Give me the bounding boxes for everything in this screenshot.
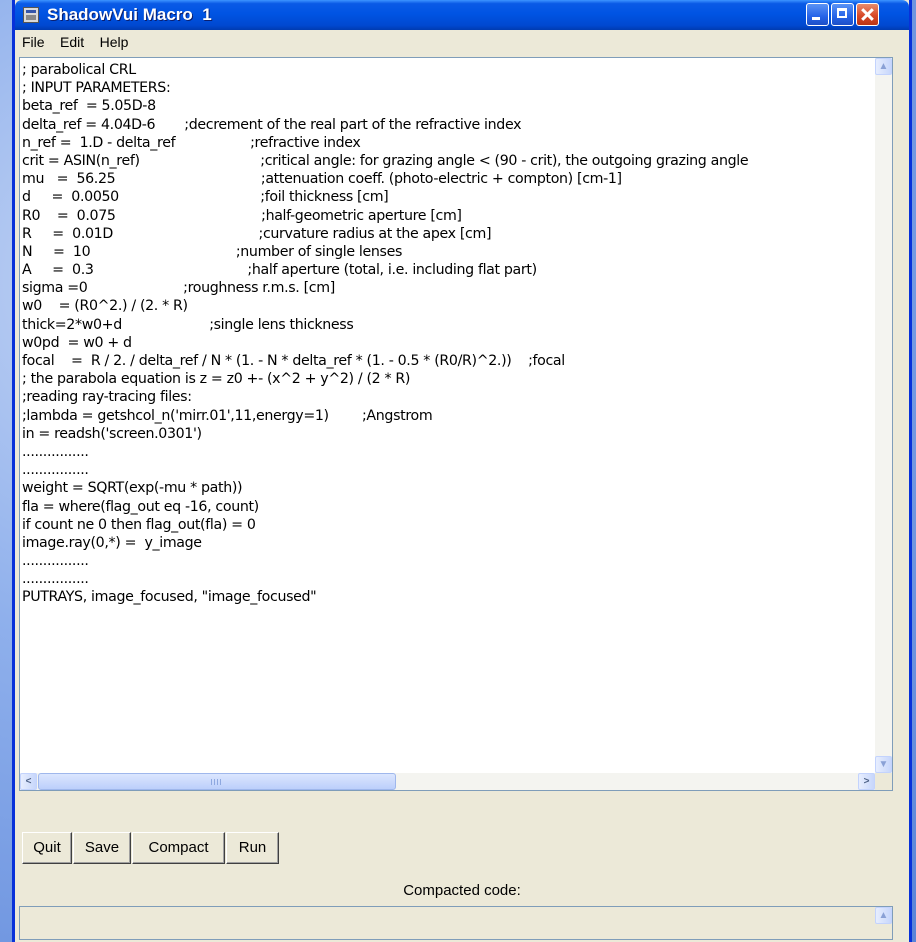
code-text[interactable]: ; parabolical CRL ; INPUT PARAMETERS: beta… bbox=[22, 61, 874, 769]
arrow-up-icon[interactable]: ▲ bbox=[875, 58, 892, 75]
title-bar[interactable]: ShadowVui Macro 1 bbox=[15, 0, 909, 30]
code-line: ................ bbox=[22, 553, 89, 570]
arrow-left-icon[interactable]: < bbox=[20, 773, 37, 790]
horizontal-scrollbar[interactable]: < > bbox=[20, 773, 875, 790]
compacted-code-label: Compacted code: bbox=[403, 882, 521, 899]
scrollbar-corner bbox=[875, 773, 892, 790]
maximize-icon[interactable] bbox=[831, 3, 854, 26]
code-line: weight = SQRT(exp(-mu * path)) bbox=[22, 480, 243, 497]
menu-edit[interactable]: Edit bbox=[60, 30, 84, 50]
code-line: crit = ASIN(n_ref) ;critical angle: for … bbox=[22, 152, 749, 169]
code-line: ; INPUT PARAMETERS: bbox=[22, 80, 171, 97]
arrow-up-icon[interactable]: ▲ bbox=[875, 907, 892, 924]
code-line: d = 0.0050 ;foil thickness [cm] bbox=[22, 189, 389, 206]
code-line: thick=2*w0+d ;single lens thickness bbox=[22, 316, 354, 333]
code-line: w0 = (R0^2.) / (2. * R) bbox=[22, 298, 188, 315]
code-line: sigma =0 ;roughness r.m.s. [cm] bbox=[22, 280, 335, 297]
vertical-scrollbar[interactable]: ▲ ▼ bbox=[875, 58, 892, 773]
code-line: if count ne 0 then flag_out(fla) = 0 bbox=[22, 516, 256, 533]
menu-bar: File Edit Help bbox=[15, 30, 909, 52]
code-line: beta_ref = 5.05D-8 bbox=[22, 98, 156, 115]
arrow-down-icon[interactable]: ▼ bbox=[875, 756, 892, 773]
arrow-right-icon[interactable]: > bbox=[858, 773, 875, 790]
grip-icon bbox=[211, 779, 223, 785]
app-icon[interactable] bbox=[23, 7, 39, 23]
code-line: ................ bbox=[22, 462, 89, 479]
code-line: focal = R / 2. / delta_ref / N * (1. - N… bbox=[22, 353, 565, 369]
code-line: ;reading ray-tracing files: bbox=[22, 389, 192, 406]
code-line: ;lambda = getshcol_n('mirr.01',11,energy… bbox=[22, 407, 433, 424]
horizontal-scroll-thumb[interactable] bbox=[38, 773, 396, 790]
code-editor[interactable]: ; parabolical CRL ; INPUT PARAMETERS: beta… bbox=[19, 57, 893, 791]
close-icon[interactable] bbox=[856, 3, 879, 26]
code-line: N = 10 ;number of single lenses bbox=[22, 243, 402, 260]
quit-button[interactable]: Quit bbox=[22, 832, 72, 864]
window-title: ShadowVui Macro 1 bbox=[47, 5, 212, 24]
macro-window: ShadowVui Macro 1 File Edit Help ; parab… bbox=[12, 0, 912, 942]
menu-help[interactable]: Help bbox=[100, 30, 129, 50]
code-line: ................ bbox=[22, 443, 89, 460]
minimize-icon[interactable] bbox=[806, 3, 829, 26]
code-line: ................ bbox=[22, 571, 89, 588]
code-line: A = 0.3 ;half aperture (total, i.e. incl… bbox=[22, 262, 537, 279]
code-line: ; parabolical CRL bbox=[22, 62, 136, 78]
menu-file[interactable]: File bbox=[22, 30, 45, 50]
code-line: delta_ref = 4.04D-6 ;decrement of the re… bbox=[22, 116, 522, 133]
code-line: n_ref = 1.D - delta_ref ;refractive inde… bbox=[22, 134, 361, 151]
code-line: R0 = 0.075 ;half-geometric aperture [cm] bbox=[22, 207, 462, 224]
code-line: mu = 56.25 ;attenuation coeff. (photo-el… bbox=[22, 171, 622, 188]
code-line: fla = where(flag_out eq -16, count) bbox=[22, 498, 259, 515]
compact-button[interactable]: Compact bbox=[132, 832, 225, 864]
run-button[interactable]: Run bbox=[226, 832, 279, 864]
code-line: in = readsh('screen.0301') bbox=[22, 425, 202, 442]
code-line: R = 0.01D ;curvature radius at the apex … bbox=[22, 225, 492, 242]
compacted-code-field[interactable]: ▲ bbox=[19, 906, 893, 940]
code-line: w0pd = w0 + d bbox=[22, 334, 132, 351]
code-line: ; the parabola equation is z = z0 +- (x^… bbox=[22, 371, 411, 388]
code-line: image.ray(0,*) = y_image bbox=[22, 534, 202, 551]
code-line: PUTRAYS, image_focused, "image_focused" bbox=[22, 589, 317, 606]
save-button[interactable]: Save bbox=[73, 832, 131, 864]
